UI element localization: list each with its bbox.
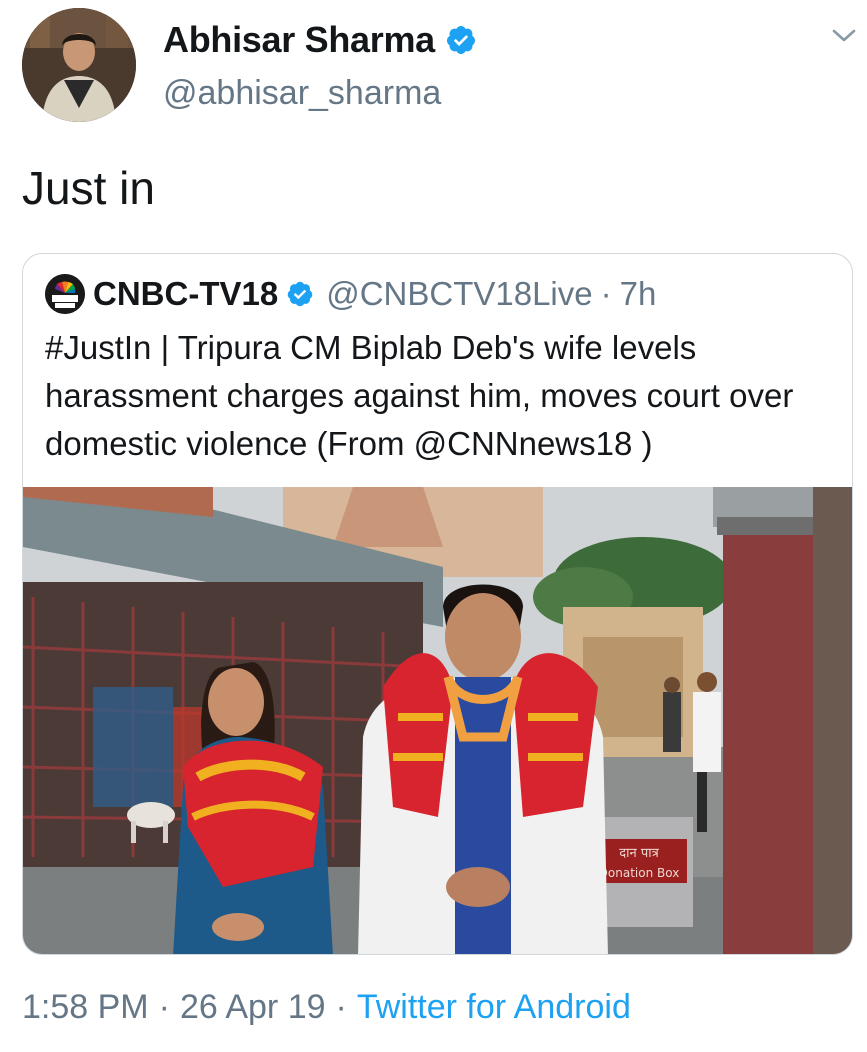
quoted-author-handle[interactable]: @CNBCTV18Live (326, 275, 592, 313)
quoted-tweet-text: #JustIn | Tripura CM Biplab Deb's wife l… (45, 329, 794, 462)
tweet-detail: Abhisar Sharma @abhisar_sharma Just in C… (0, 0, 867, 1052)
verified-badge-icon (287, 281, 313, 307)
author-display-name[interactable]: Abhisar Sharma (163, 19, 435, 61)
donation-box-label: Donation Box (599, 866, 680, 880)
quoted-tweet-card[interactable]: CNBC-TV18 @CNBCTV18Live · 7h #JustIn | T… (22, 253, 853, 955)
separator-dot: · (335, 987, 347, 1026)
tweet-time[interactable]: 1:58 PM (22, 988, 149, 1027)
author-avatar[interactable] (22, 8, 136, 122)
quoted-author-avatar[interactable] (45, 274, 85, 314)
tweet-source-link[interactable]: Twitter for Android (357, 988, 631, 1027)
quoted-tweet-photo[interactable]: दान पात्र Donation Box (23, 487, 852, 954)
tweet-text: Just in (22, 162, 155, 214)
tweet-menu-button[interactable] (831, 26, 857, 46)
quoted-tweet-header: CNBC-TV18 @CNBCTV18Live · 7h (45, 272, 656, 316)
tweet-footer: 1:58 PM · 26 Apr 19 · Twitter for Androi… (22, 984, 631, 1030)
verified-badge-icon (446, 26, 475, 54)
quoted-author-display-name[interactable]: CNBC-TV18 (93, 275, 278, 313)
temple-photo: दान पात्र Donation Box (23, 487, 852, 954)
author-handle[interactable]: @abhisar_sharma (163, 74, 441, 113)
separator-dot: · (600, 275, 612, 312)
tweet-date[interactable]: 26 Apr 19 (180, 988, 326, 1027)
chevron-down-icon (832, 29, 856, 42)
avatar-photo (22, 8, 136, 122)
cnbc-tv18-logo-icon (45, 274, 85, 314)
author-name-row[interactable]: Abhisar Sharma (163, 18, 477, 62)
quoted-tweet-age: 7h (619, 275, 657, 312)
donation-box-hindi-label: दान पात्र (619, 846, 659, 861)
separator-dot: · (158, 987, 170, 1026)
